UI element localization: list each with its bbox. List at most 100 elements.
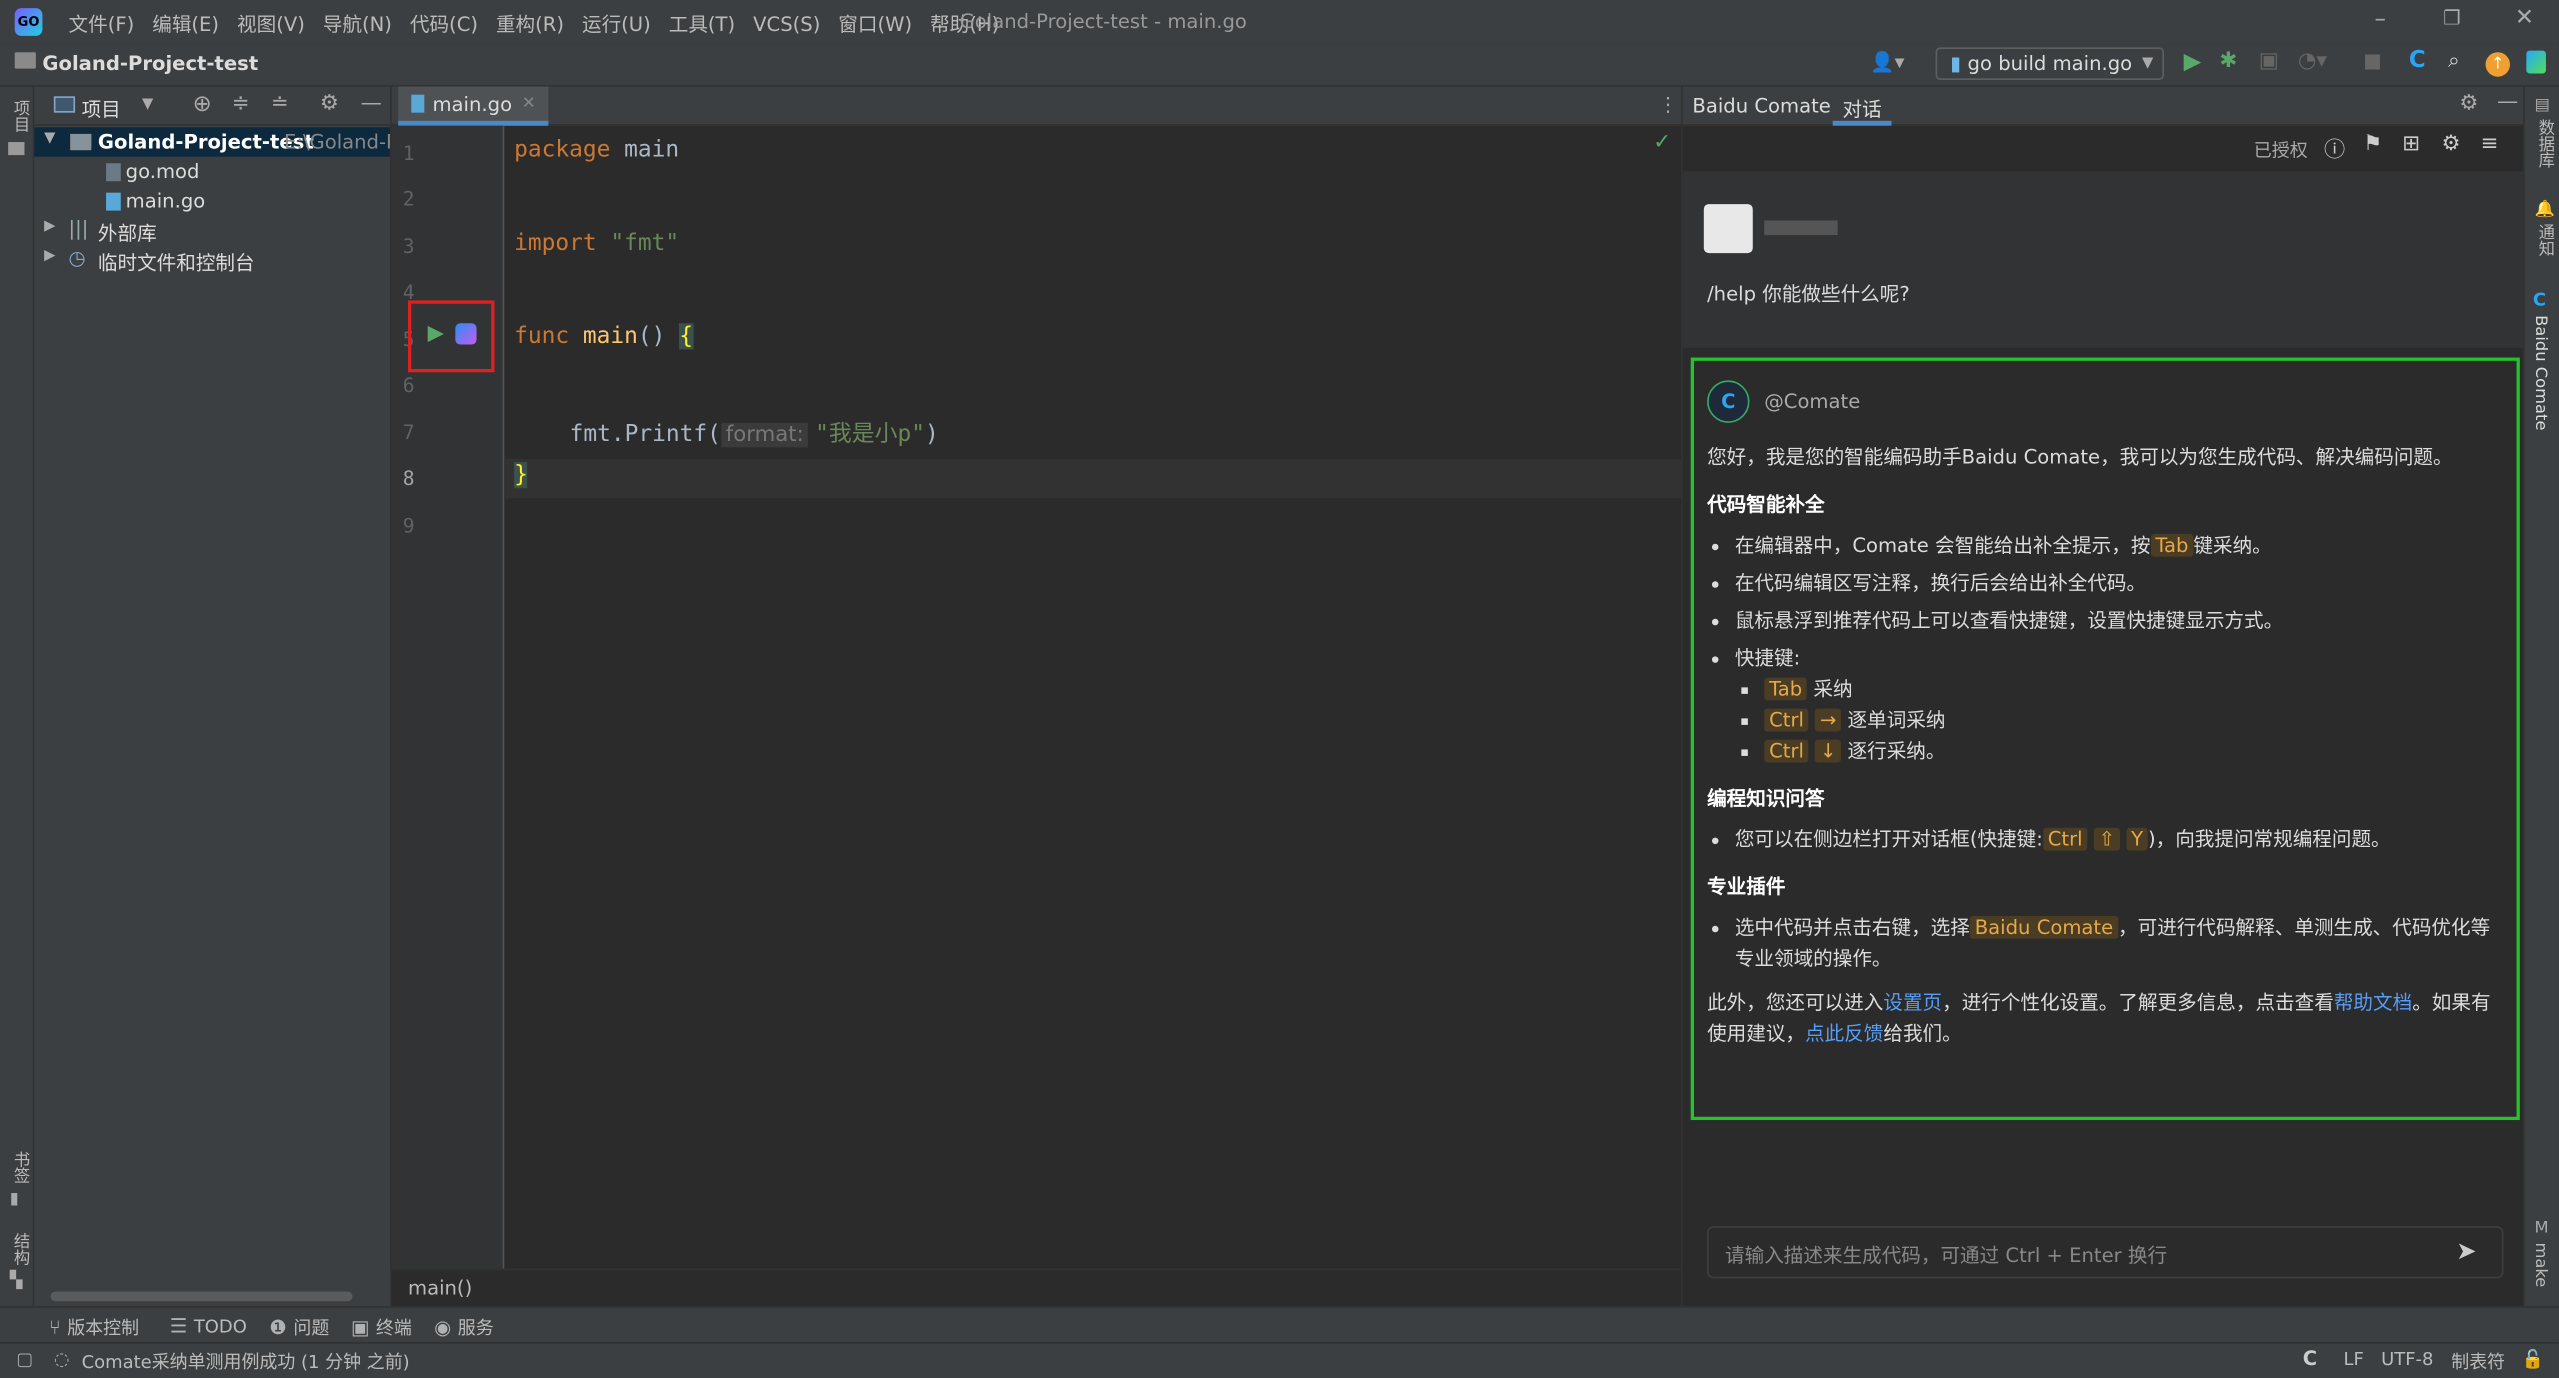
chat-input-box[interactable]: 请输入描述来生成代码，可通过 Ctrl + Enter 换行 ➤ <box>1707 1226 2504 1279</box>
feedback-link[interactable]: 点此反馈 <box>1805 1022 1883 1045</box>
tree-item-main-go[interactable]: main.go <box>34 186 390 215</box>
chevron-down-icon[interactable]: ▼ <box>142 96 153 112</box>
hide-panel-icon[interactable]: — <box>2497 90 2518 114</box>
make-tool-button[interactable]: make <box>2531 1242 2549 1292</box>
tree-item-label: 外部库 <box>97 222 157 245</box>
horizontal-scrollbar[interactable] <box>50 1291 353 1302</box>
menu-navigate[interactable]: 导航(N) <box>323 10 392 38</box>
encoding[interactable]: UTF-8 <box>2381 1349 2433 1370</box>
line-separator[interactable]: LF <box>2344 1349 2364 1370</box>
expand-all-icon[interactable]: ≑ <box>232 91 250 115</box>
send-icon[interactable]: ➤ <box>2456 1236 2477 1265</box>
tab-chat[interactable]: 对话 <box>1832 87 1892 126</box>
run-config-select[interactable]: ▮ go build main.go ▼ <box>1935 47 2165 81</box>
key-badge: Ctrl <box>1764 708 1809 732</box>
history-icon[interactable]: ⚑ <box>2363 132 2382 156</box>
editor-breadcrumb[interactable]: main() <box>408 1277 472 1300</box>
menu-refactor[interactable]: 重构(R) <box>496 10 564 38</box>
gear-icon[interactable]: ⚙ <box>320 91 339 115</box>
vcs-tool-button[interactable]: ⑂ 版本控制 <box>49 1314 139 1340</box>
close-tab-icon[interactable]: ✕ <box>522 95 536 113</box>
notifications-tool-button[interactable]: 通知 <box>2531 224 2555 262</box>
tree-item-external-libs[interactable]: ▶ ||| 外部库 <box>34 216 390 245</box>
help-icon[interactable]: ⓘ <box>2324 132 2345 163</box>
debug-icon[interactable]: ✱ <box>2220 49 2238 73</box>
menu-file[interactable]: 文件(F) <box>69 10 135 38</box>
search-icon[interactable]: ⌕ <box>2448 49 2460 73</box>
username-redacted <box>1764 220 1838 236</box>
menu-code[interactable]: 代码(C) <box>410 10 478 38</box>
make-icon: M <box>2534 1219 2549 1238</box>
title-bar: GO 文件(F) 编辑(E) 视图(V) 导航(N) 代码(C) 重构(R) 运… <box>0 0 2559 45</box>
run-gutter-icon[interactable]: ▶ <box>428 322 444 346</box>
comate-icon[interactable]: C <box>2409 47 2426 73</box>
problems-icon: ❶ <box>269 1315 287 1339</box>
punctuation: ) <box>924 421 939 448</box>
locate-icon[interactable]: ⊕ <box>193 91 212 117</box>
comate-status-icon[interactable]: C <box>2303 1347 2317 1370</box>
tree-item-scratches[interactable]: ▶ ◷ 临时文件和控制台 <box>34 245 390 275</box>
tree-item-go-mod[interactable]: go.mod <box>34 157 390 186</box>
list-item: 鼠标悬浮到推荐代码上可以查看快捷键，设置快捷键显示方式。 <box>1735 606 2500 637</box>
menu-run[interactable]: 运行(U) <box>582 10 651 38</box>
project-tool-button[interactable]: 项目 <box>7 100 31 138</box>
code-line-3[interactable]: import "fmt" <box>514 230 679 256</box>
comate-icon: C <box>2532 288 2547 311</box>
minimize-icon[interactable]: – <box>2375 7 2386 33</box>
stop-icon[interactable]: ■ <box>2363 49 2382 72</box>
help-docs-link[interactable]: 帮助文档 <box>2334 991 2412 1014</box>
line-number: 8 <box>402 466 415 490</box>
chevron-down-icon[interactable]: ▼ <box>44 131 55 147</box>
coverage-icon[interactable]: ▣ <box>2259 49 2279 73</box>
code-line-8[interactable]: } <box>514 462 528 489</box>
update-icon[interactable]: ↑ <box>2485 52 2511 77</box>
database-tool-button[interactable]: 数据库 <box>2531 119 2555 173</box>
code-line-5[interactable]: func main() { <box>514 323 693 350</box>
plugin-logo-icon[interactable] <box>2526 50 2546 74</box>
problems-tool-button[interactable]: ❶ 问题 <box>269 1314 329 1340</box>
hide-panel-icon[interactable]: — <box>361 91 382 115</box>
menu-window[interactable]: 窗口(W) <box>838 10 912 38</box>
new-chat-icon[interactable]: ⊞ <box>2402 132 2420 156</box>
settings-link[interactable]: 设置页 <box>1883 991 1942 1014</box>
profile-icon[interactable]: ◔▾ <box>2298 49 2327 73</box>
comate-tool-button[interactable]: Baidu Comate <box>2531 315 2549 435</box>
lock-icon[interactable]: 🔓 <box>2521 1349 2543 1370</box>
comate-gutter-icon[interactable] <box>455 323 477 345</box>
menu-tools[interactable]: 工具(T) <box>669 10 735 38</box>
project-tool-label: 项目 <box>9 99 28 133</box>
layout-icon[interactable]: ▢ <box>16 1349 33 1370</box>
terminal-tool-button[interactable]: ▣ 终端 <box>351 1314 412 1340</box>
tree-root-project[interactable]: ▼ Goland-Project-test E:\Goland-Pr <box>34 127 391 157</box>
menu-icon[interactable]: ≡ <box>2481 132 2499 156</box>
code-line-1[interactable]: package main <box>514 137 679 163</box>
more-tabs-icon[interactable]: ⋮ <box>1658 93 1678 116</box>
tab-main-go[interactable]: main.go ✕ <box>398 86 549 126</box>
collapse-all-icon[interactable]: ≐ <box>271 91 289 115</box>
chevron-right-icon[interactable]: ▶ <box>44 248 55 264</box>
project-view-label[interactable]: 项目 <box>82 95 121 123</box>
status-message[interactable]: Comate采纳单测用例成功 (1 分钟 之前) <box>82 1349 410 1375</box>
settings-icon[interactable]: ⚙ <box>2441 132 2460 156</box>
close-icon[interactable]: ✕ <box>2515 5 2534 31</box>
services-tool-button[interactable]: ◉ 服务 <box>434 1314 494 1340</box>
call: fmt.Printf( <box>569 421 721 448</box>
code-line-7[interactable]: fmt.Printf(format: "我是小p") <box>570 416 939 449</box>
menu-vcs[interactable]: VCS(S) <box>753 12 820 35</box>
menu-view[interactable]: 视图(V) <box>237 10 305 38</box>
indent[interactable]: 制表符 <box>2451 1349 2505 1375</box>
user-icon[interactable]: 👤▾ <box>1870 51 1904 74</box>
right-tool-strip: ▤ 数据库 🔔 通知 C Baidu Comate M make <box>2523 86 2559 1339</box>
chevron-right-icon[interactable]: ▶ <box>44 219 55 235</box>
breadcrumb-project[interactable]: Goland-Project-test <box>42 52 258 75</box>
todo-tool-button[interactable]: ☰ TODO <box>170 1314 247 1337</box>
window-title: Goland-Project-test - main.go <box>959 9 1247 33</box>
run-icon[interactable]: ▶ <box>2184 49 2202 75</box>
string-literal: "我是小p" <box>815 421 925 448</box>
structure-tool-button[interactable]: 结构 <box>7 1233 31 1271</box>
bookmarks-tool-button[interactable]: 书签 <box>7 1151 31 1189</box>
menu-edit[interactable]: 编辑(E) <box>152 10 219 38</box>
key-badge: → <box>1815 708 1842 732</box>
maximize-icon[interactable]: ❐ <box>2443 7 2461 30</box>
gear-icon[interactable]: ⚙ <box>2459 91 2478 115</box>
